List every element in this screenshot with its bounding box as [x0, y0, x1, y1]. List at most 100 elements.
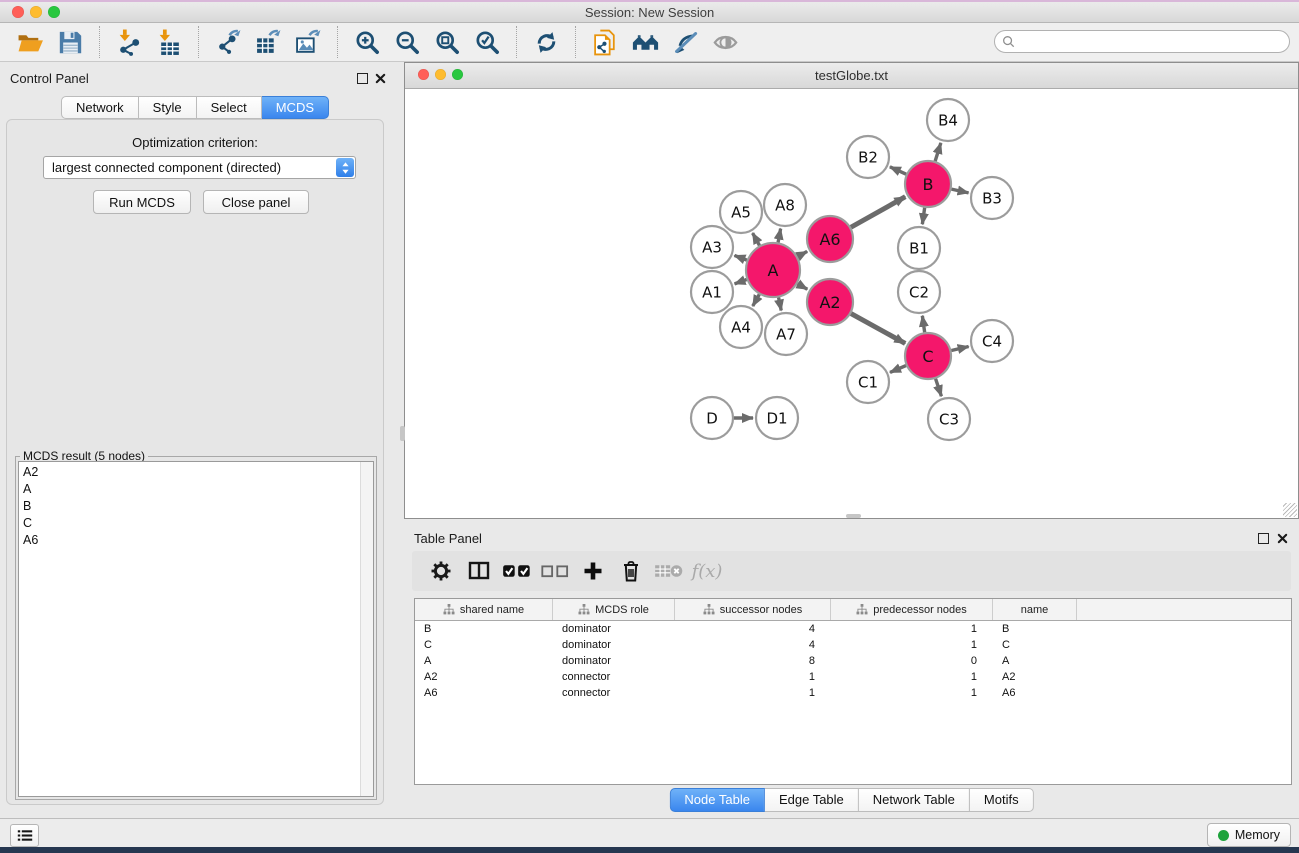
float-panel-icon[interactable]	[355, 71, 369, 85]
graph-node-B1[interactable]: B1	[898, 227, 940, 269]
table-cell[interactable]: A	[993, 655, 1077, 667]
table-cell[interactable]: 8	[675, 655, 831, 667]
graph-node-A3[interactable]: A3	[691, 226, 733, 268]
graph-edge-A-A7[interactable]	[779, 297, 782, 310]
table-cell[interactable]: 1	[675, 687, 831, 699]
graph-node-B2[interactable]: B2	[847, 136, 889, 178]
search-box[interactable]	[994, 30, 1290, 53]
mcds-result-item[interactable]: C	[19, 515, 360, 532]
graph-node-B[interactable]: B	[905, 161, 951, 207]
graph-edge-C-C4[interactable]	[951, 346, 968, 350]
graph-node-D[interactable]: D	[691, 397, 733, 439]
column-header-shared-name[interactable]: shared name	[415, 599, 553, 620]
mcds-result-item[interactable]: A2	[19, 464, 360, 481]
table-cell[interactable]: connector	[553, 687, 675, 699]
tab-mcds[interactable]: MCDS	[262, 96, 329, 119]
save-session-icon[interactable]	[54, 26, 86, 58]
graph-node-B3[interactable]: B3	[971, 177, 1013, 219]
table-tab-network-table[interactable]: Network Table	[859, 788, 970, 812]
tab-network[interactable]: Network	[61, 96, 139, 119]
network-documents-icon[interactable]	[589, 26, 621, 58]
table-cell[interactable]: dominator	[553, 623, 675, 635]
eye-icon[interactable]	[709, 26, 741, 58]
table-float-panel-icon[interactable]	[1256, 531, 1270, 545]
table-cell[interactable]: 4	[675, 623, 831, 635]
import-table-icon[interactable]	[153, 26, 185, 58]
mcds-result-item[interactable]: B	[19, 498, 360, 515]
graph-node-C2[interactable]: C2	[898, 271, 940, 313]
close-panel-icon[interactable]	[373, 71, 387, 85]
graph-node-C3[interactable]: C3	[928, 398, 970, 440]
graph-edge-A2-C[interactable]	[851, 314, 905, 344]
gear-icon[interactable]	[424, 556, 458, 586]
graph-edge-C-C2[interactable]	[922, 316, 924, 332]
graph-edge-A-A6[interactable]	[798, 251, 808, 256]
table-cell[interactable]: C	[993, 639, 1077, 651]
table-close-panel-icon[interactable]	[1275, 531, 1289, 545]
graph-node-B4[interactable]: B4	[927, 99, 969, 141]
graph-edge-B-B3[interactable]	[951, 189, 968, 193]
criterion-dropdown[interactable]: largest connected component (directed)	[43, 156, 356, 179]
table-row[interactable]: Bdominator41B	[415, 621, 1291, 637]
graph-node-A5[interactable]: A5	[720, 191, 762, 233]
column-header-name[interactable]: name	[993, 599, 1077, 620]
table-tab-edge-table[interactable]: Edge Table	[765, 788, 859, 812]
table-cell[interactable]: A2	[993, 671, 1077, 683]
import-network-icon[interactable]	[113, 26, 145, 58]
column-visibility-icon[interactable]	[462, 556, 496, 586]
network-vertical-scrollbar[interactable]	[400, 426, 405, 441]
column-header-mcds-role[interactable]: MCDS role	[553, 599, 675, 620]
graph-edge-A-A5[interactable]	[753, 233, 760, 245]
export-table-icon[interactable]	[252, 26, 284, 58]
table-cell[interactable]: 1	[831, 639, 993, 651]
delete-column-icon[interactable]	[614, 556, 648, 586]
table-cell[interactable]: 1	[675, 671, 831, 683]
table-row[interactable]: Adominator80A	[415, 653, 1291, 669]
zoom-in-icon[interactable]	[351, 26, 383, 58]
graph-node-A4[interactable]: A4	[720, 306, 762, 348]
table-tab-motifs[interactable]: Motifs	[970, 788, 1034, 812]
zoom-out-icon[interactable]	[391, 26, 423, 58]
table-cell[interactable]: 1	[831, 687, 993, 699]
graph-node-A6[interactable]: A6	[807, 216, 853, 262]
table-cell[interactable]: dominator	[553, 655, 675, 667]
graph-edge-A-A8[interactable]	[778, 229, 781, 243]
graph-edge-B-B1[interactable]	[922, 208, 924, 224]
slashed-label-icon[interactable]	[669, 26, 701, 58]
tab-select[interactable]: Select	[197, 96, 262, 119]
table-cell[interactable]: 1	[831, 623, 993, 635]
refresh-icon[interactable]	[530, 26, 562, 58]
task-history-button[interactable]	[10, 824, 39, 847]
graph-node-C1[interactable]: C1	[847, 361, 889, 403]
graph-node-A[interactable]: A	[746, 243, 800, 297]
graph-node-A2[interactable]: A2	[807, 279, 853, 325]
export-image-icon[interactable]	[292, 26, 324, 58]
graph-node-A1[interactable]: A1	[691, 271, 733, 313]
table-cell[interactable]: A2	[415, 671, 553, 683]
table-row[interactable]: A6connector11A6	[415, 685, 1291, 701]
table-tab-node-table[interactable]: Node Table	[669, 788, 765, 812]
tab-style[interactable]: Style	[139, 96, 197, 119]
table-cell[interactable]: C	[415, 639, 553, 651]
graph-node-A7[interactable]: A7	[765, 313, 807, 355]
graph-edge-A-A1[interactable]	[735, 279, 747, 283]
column-header-predecessor-nodes[interactable]: predecessor nodes	[831, 599, 993, 620]
export-network-icon[interactable]	[212, 26, 244, 58]
houses-icon[interactable]	[629, 26, 661, 58]
graph-node-C[interactable]: C	[905, 333, 951, 379]
graph-edge-B-B4[interactable]	[935, 143, 941, 161]
column-header-successor-nodes[interactable]: successor nodes	[675, 599, 831, 620]
resize-grip[interactable]	[1283, 503, 1297, 517]
table-cell[interactable]: 1	[831, 671, 993, 683]
graph-edge-A6-B[interactable]	[851, 197, 905, 228]
add-column-icon[interactable]	[576, 556, 610, 586]
table-cell[interactable]: B	[415, 623, 553, 635]
graph-edge-A-A3[interactable]	[734, 255, 746, 260]
table-cell[interactable]: connector	[553, 671, 675, 683]
graph-edge-A-A2[interactable]	[797, 284, 807, 290]
table-cell[interactable]: B	[993, 623, 1077, 635]
table-row[interactable]: Cdominator41C	[415, 637, 1291, 653]
zoom-selected-icon[interactable]	[471, 26, 503, 58]
mcds-result-item[interactable]: A	[19, 481, 360, 498]
graph-edge-B-B2[interactable]	[890, 167, 906, 174]
